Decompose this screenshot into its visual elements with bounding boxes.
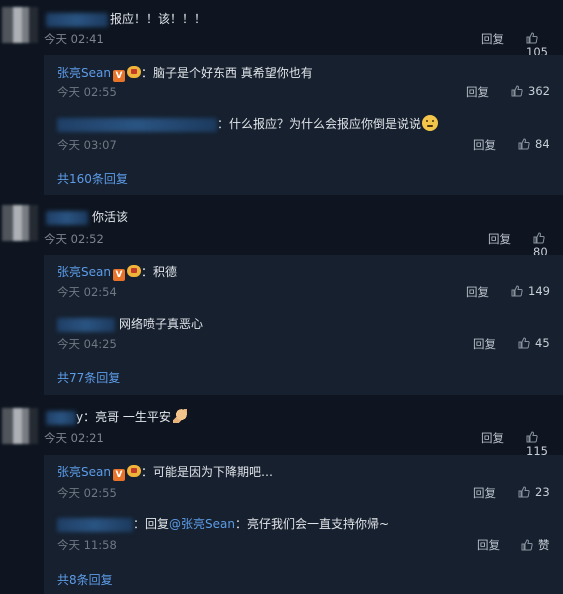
- reply-meta: 今天 02:55 回复 362: [57, 84, 563, 100]
- comment-3: y：亮哥 一生平安 今天 02:21 回复 115 张亮Sean V ：可能是因为下…: [0, 398, 563, 594]
- more-replies-link[interactable]: 共160条回复: [57, 170, 128, 187]
- username-blurred[interactable]: [57, 517, 133, 532]
- reply-box: 张亮Sean V ：积德 今天 02:54 回复 149 网络喷子真恶心 今天 04…: [44, 255, 563, 395]
- like-button[interactable]: 赞: [521, 537, 550, 553]
- more-replies-link[interactable]: 共8条回复: [57, 571, 113, 588]
- flexed-biceps-emoji-icon: [172, 409, 187, 423]
- reply-line: 网络喷子真恶心: [57, 315, 203, 332]
- reply-button[interactable]: 回复: [481, 31, 504, 47]
- username-blurred[interactable]: [46, 12, 108, 27]
- like-button[interactable]: 362: [511, 84, 550, 98]
- verified-v-icon: V: [112, 70, 125, 82]
- author-link[interactable]: 张亮Sean: [57, 265, 111, 279]
- reply-button[interactable]: 回复: [481, 430, 504, 446]
- thumbs-up-icon: [511, 285, 523, 297]
- reply-meta: 今天 11:58 回复 赞: [57, 537, 563, 553]
- author-link[interactable]: 张亮Sean: [57, 465, 111, 479]
- timestamp: 今天 03:07: [57, 138, 117, 152]
- comment-text: y：亮哥 一生平安: [46, 408, 187, 425]
- reply-meta: 今天 03:07 回复 84: [57, 137, 563, 153]
- verified-v-icon: V: [112, 469, 125, 481]
- reply-box: 张亮Sean V ：脑子是个好东西 真希望你也有 今天 02:55 回复 362 ：…: [44, 55, 563, 195]
- mention-link[interactable]: @张亮Sean: [169, 517, 235, 531]
- crown-badge-icon: [126, 66, 141, 78]
- reply-button[interactable]: 回复: [466, 284, 489, 300]
- thumbs-up-icon: [518, 486, 530, 498]
- thumbs-up-icon: [526, 431, 538, 443]
- reply-line: 张亮Sean V ：可能是因为下降期吧…: [57, 465, 273, 481]
- more-replies-link[interactable]: 共77条回复: [57, 369, 120, 386]
- reply-line: ：回复@张亮Sean：亮仔我们会一直支持你帰~: [57, 515, 389, 532]
- comment-meta: 今天 02:41 回复 105: [44, 31, 563, 59]
- like-button[interactable]: 149: [511, 284, 550, 298]
- thumbs-up-icon: [526, 32, 538, 44]
- thumbs-up-icon: [521, 539, 533, 551]
- reply-button[interactable]: 回复: [473, 336, 496, 352]
- like-count: 362: [528, 84, 550, 98]
- smile-emoji-icon: [422, 115, 439, 131]
- username-blurred[interactable]: [57, 317, 115, 332]
- comment-1: 报应！！该！！！ 今天 02:41 回复 105 张亮Sean V ：脑子是个好东西…: [0, 0, 563, 198]
- reply-button[interactable]: 回复: [488, 231, 511, 247]
- timestamp: 今天 04:25: [57, 337, 117, 351]
- reply-button[interactable]: 回复: [477, 537, 500, 553]
- reply-meta: 今天 02:54 回复 149: [57, 284, 563, 300]
- like-label: 赞: [538, 538, 550, 552]
- username-blurred[interactable]: [57, 117, 217, 132]
- author-link[interactable]: 张亮Sean: [57, 66, 111, 80]
- avatar[interactable]: [2, 7, 38, 43]
- like-count: 149: [528, 284, 550, 298]
- reply-button[interactable]: 回复: [466, 84, 489, 100]
- like-count: 84: [535, 137, 550, 151]
- avatar[interactable]: [2, 205, 38, 241]
- reply-line: 张亮Sean V ：积德: [57, 265, 177, 281]
- comment-2: 你活该 今天 02:52 回复 80 张亮Sean V ：积德 今天 02:54 回…: [0, 198, 563, 398]
- like-button[interactable]: 84: [518, 137, 550, 151]
- comment-text: 你活该: [46, 208, 128, 225]
- timestamp: 今天 11:58: [57, 538, 117, 552]
- thumbs-up-icon: [518, 138, 530, 150]
- comment-meta: 今天 02:52 回复 80: [44, 231, 563, 259]
- comment-meta: 今天 02:21 回复 115: [44, 430, 563, 458]
- username-blurred[interactable]: [46, 210, 88, 225]
- like-count: 23: [535, 485, 550, 499]
- reply-button[interactable]: 回复: [473, 485, 496, 501]
- crown-badge-icon: [126, 465, 141, 477]
- avatar[interactable]: [2, 408, 38, 444]
- reply-box: 张亮Sean V ：可能是因为下降期吧… 今天 02:55 回复 23 ：回复@张亮…: [44, 455, 563, 594]
- reply-meta: 今天 04:25 回复 45: [57, 336, 563, 352]
- like-button[interactable]: 23: [518, 485, 550, 499]
- reply-line: ：什么报应？为什么会报应你倒是说说: [57, 115, 439, 132]
- like-button[interactable]: 45: [518, 336, 550, 350]
- timestamp: 今天 02:54: [57, 285, 117, 299]
- thumbs-up-icon: [511, 85, 523, 97]
- thumbs-up-icon: [518, 337, 530, 349]
- like-count: 45: [535, 336, 550, 350]
- timestamp: 今天 02:41: [44, 32, 104, 46]
- crown-badge-icon: [126, 265, 141, 277]
- reply-line: 张亮Sean V ：脑子是个好东西 真希望你也有: [57, 66, 313, 82]
- like-button[interactable]: 115: [526, 430, 563, 458]
- thumbs-up-icon: [533, 232, 545, 244]
- reply-meta: 今天 02:55 回复 23: [57, 485, 563, 501]
- comment-text: 报应！！该！！！: [46, 10, 206, 27]
- timestamp: 今天 02:55: [57, 486, 117, 500]
- timestamp: 今天 02:21: [44, 431, 104, 445]
- username-blurred[interactable]: [46, 410, 76, 425]
- verified-v-icon: V: [112, 269, 125, 281]
- reply-button[interactable]: 回复: [473, 137, 496, 153]
- timestamp: 今天 02:55: [57, 85, 117, 99]
- timestamp: 今天 02:52: [44, 232, 104, 246]
